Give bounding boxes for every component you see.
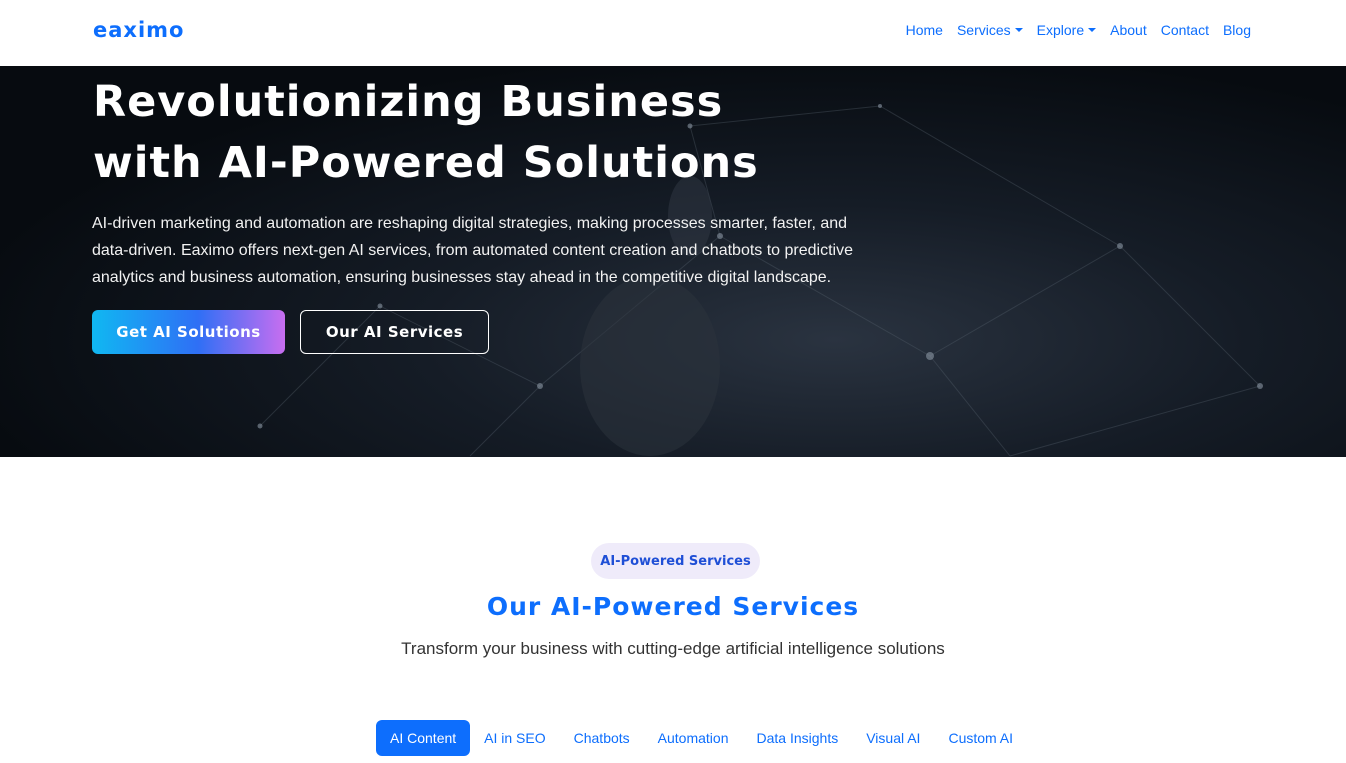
nav-link-about[interactable]: About: [1110, 22, 1147, 38]
section-badge: AI-Powered Services: [591, 543, 760, 579]
services-tabs: AI Content AI in SEO Chatbots Automation…: [376, 720, 1027, 756]
tab-custom-ai[interactable]: Custom AI: [934, 720, 1027, 756]
hero-title-line2: with AI-Powered Solutions: [93, 138, 759, 188]
hero-title: Revolutionizing Business with AI-Powered…: [93, 72, 993, 194]
nav-link-services[interactable]: Services: [957, 22, 1023, 38]
nav-link-blog-label: Blog: [1222, 22, 1251, 38]
hero-section: Revolutionizing Business with AI-Powered…: [0, 66, 1346, 457]
nav-link-contact-label: Contact: [1160, 22, 1209, 38]
nav-links: Home Services Explore About Contact Blog: [892, 22, 1251, 38]
tab-visual-ai[interactable]: Visual AI: [852, 720, 934, 756]
caret-down-icon: [1014, 28, 1023, 32]
top-navbar: eaximo Home Services Explore About Conta…: [0, 0, 1346, 66]
tab-ai-content[interactable]: AI Content: [376, 720, 471, 756]
hero-title-line1: Revolutionizing Business: [93, 77, 724, 127]
nav-link-explore-label: Explore: [1036, 22, 1085, 38]
our-ai-services-button[interactable]: Our AI Services: [300, 310, 489, 354]
section-title: Our AI-Powered Services: [486, 592, 860, 621]
tab-automation[interactable]: Automation: [644, 720, 743, 756]
tab-chatbots[interactable]: Chatbots: [560, 720, 644, 756]
nav-link-about-label: About: [1110, 22, 1147, 38]
nav-link-contact[interactable]: Contact: [1161, 22, 1209, 38]
get-ai-solutions-button[interactable]: Get AI Solutions: [92, 310, 285, 354]
nav-link-blog[interactable]: Blog: [1223, 22, 1251, 38]
nav-link-home[interactable]: Home: [906, 22, 943, 38]
tab-ai-in-seo[interactable]: AI in SEO: [470, 720, 559, 756]
section-subtitle: Transform your business with cutting-edg…: [401, 639, 945, 658]
nav-link-services-label: Services: [956, 22, 1011, 38]
nav-link-explore[interactable]: Explore: [1036, 22, 1097, 38]
caret-down-icon: [1088, 28, 1097, 32]
tab-data-insights[interactable]: Data Insights: [743, 720, 853, 756]
hero-description: AI-driven marketing and automation are r…: [92, 215, 853, 286]
nav-link-home-label: Home: [905, 22, 943, 38]
brand-logo[interactable]: eaximo: [93, 18, 184, 42]
